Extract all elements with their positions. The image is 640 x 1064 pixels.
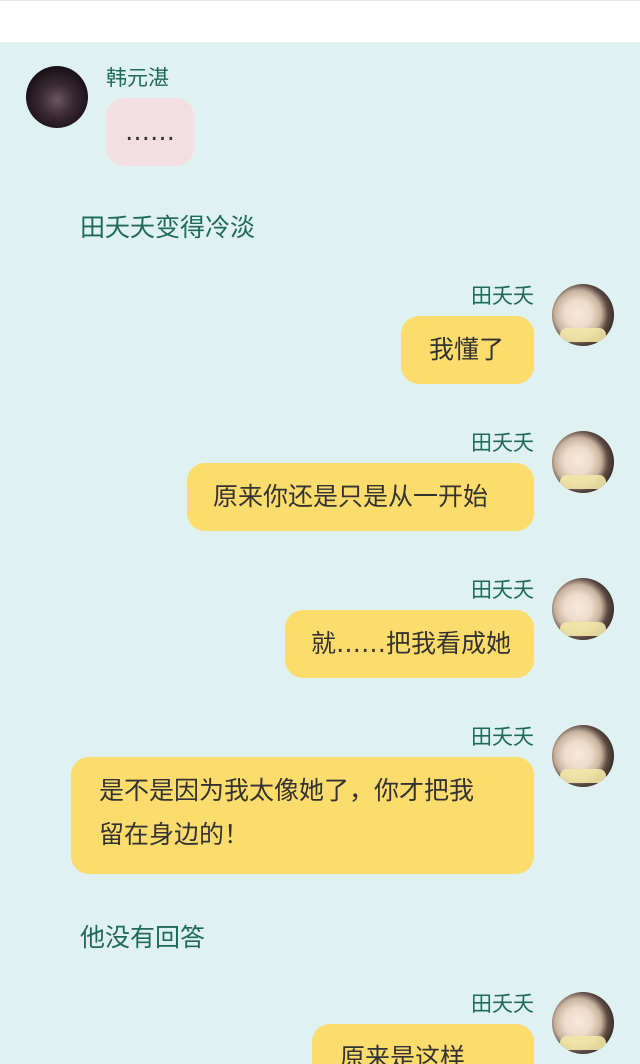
- message-bubble[interactable]: 是不是因为我太像她了，你才把我 留在身边的！: [71, 757, 534, 874]
- sender-name: 田夭夭: [471, 431, 534, 455]
- girl-avatar[interactable]: [552, 284, 614, 346]
- girl-avatar[interactable]: [552, 992, 614, 1054]
- sender-name: 田夭夭: [471, 992, 534, 1016]
- girl-avatar[interactable]: [552, 725, 614, 787]
- narration-text: 田夭夭变得冷淡: [80, 213, 256, 242]
- message-line: 是不是因为我太像她了，你才把我: [99, 776, 475, 805]
- sender-name: 田夭夭: [471, 284, 534, 308]
- sender-name: 田夭夭: [471, 725, 534, 749]
- narration-text: 他没有回答: [80, 923, 206, 952]
- message-bubble[interactable]: 原来是这样: [312, 1024, 534, 1064]
- girl-avatar[interactable]: [552, 578, 614, 640]
- top-bar: [0, 0, 640, 42]
- message-bubble[interactable]: 我懂了: [401, 316, 534, 384]
- sender-name: 田夭夭: [471, 578, 534, 602]
- dark-haired-man-avatar[interactable]: [26, 66, 88, 128]
- message-line: 留在身边的！: [99, 820, 250, 849]
- message-bubble[interactable]: 就……把我看成她: [285, 610, 534, 678]
- girl-avatar[interactable]: [552, 431, 614, 493]
- sender-name: 韩元湛: [106, 66, 169, 90]
- message-bubble[interactable]: 原来你还是只是从一开始: [187, 463, 534, 531]
- message-bubble[interactable]: ……: [106, 98, 194, 166]
- chat-area[interactable]: 韩元湛 …… 田夭夭变得冷淡 田夭夭 我懂了 田夭夭 原来你还是只是从一开始 田…: [0, 42, 640, 1064]
